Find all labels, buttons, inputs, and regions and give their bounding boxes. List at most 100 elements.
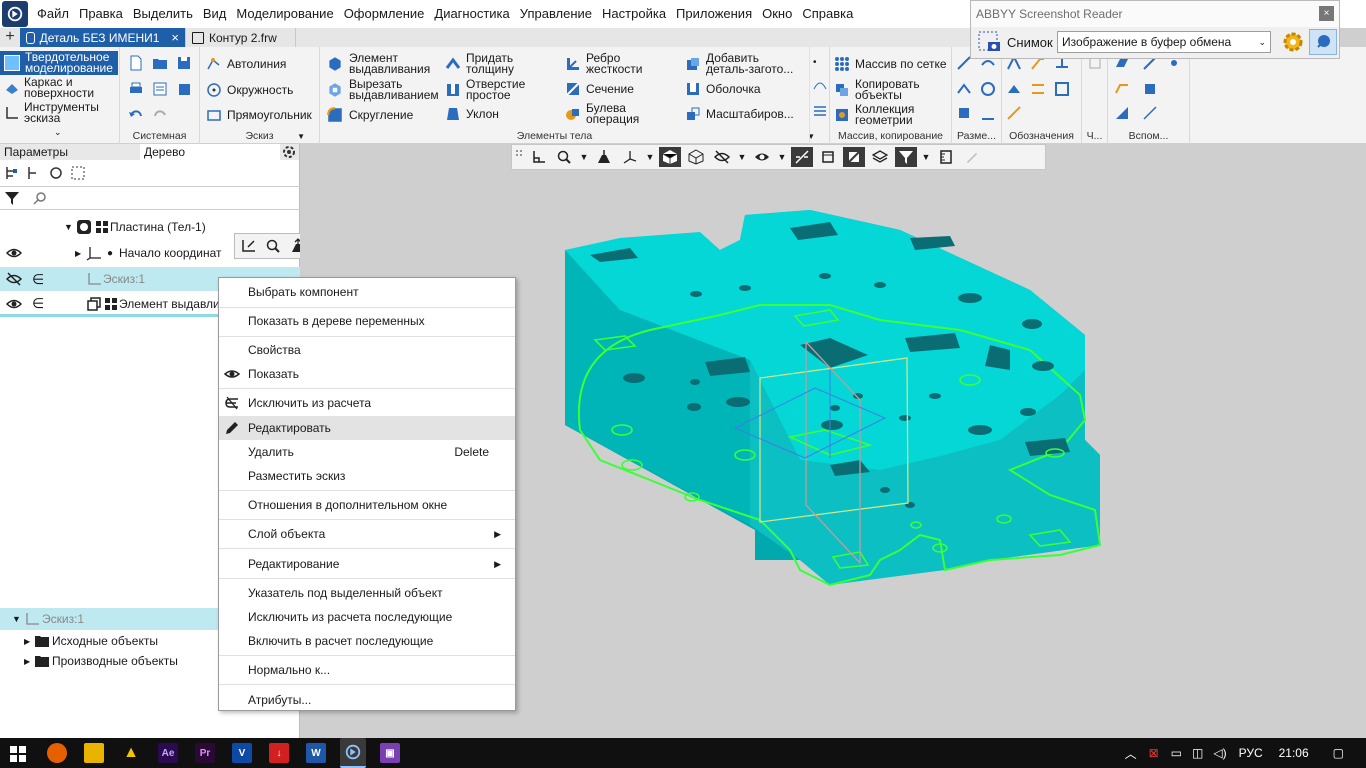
menu-diagnostics[interactable]: Диагностика (429, 0, 514, 28)
premiere-icon[interactable]: Pr (195, 743, 215, 763)
zoom-button[interactable] (553, 147, 575, 167)
expand-icon[interactable]: ▶ (24, 637, 30, 646)
clock[interactable]: 21:06 (1279, 746, 1309, 760)
menu-normal-to[interactable]: Нормально к... (219, 658, 515, 682)
chevron-down-icon[interactable]: ▼ (737, 152, 747, 162)
menu-help[interactable]: Справка (797, 0, 858, 28)
chevron-down-icon[interactable]: ▼ (579, 152, 589, 162)
offset-plane-icon[interactable] (1114, 81, 1130, 97)
components-icon[interactable] (48, 165, 64, 181)
plane-angle-icon[interactable] (1114, 105, 1130, 121)
collapse-icon[interactable]: ▼ (12, 614, 21, 624)
menu-manage[interactable]: Управление (515, 0, 597, 28)
hidden-eye-icon[interactable] (6, 271, 22, 287)
layers-button[interactable] (869, 147, 891, 167)
chevron-down-icon[interactable]: ▼ (645, 152, 655, 162)
edit-sketch-icon[interactable] (240, 238, 256, 254)
plane-view-button[interactable] (817, 147, 839, 167)
extrude-button[interactable]: Элемент выдавливания (326, 52, 430, 75)
menu-settings[interactable]: Настройка (597, 0, 671, 28)
app-warning-icon[interactable]: ▲ (121, 743, 141, 763)
section-button[interactable]: Сечение (565, 81, 634, 97)
base-icon[interactable] (1006, 81, 1022, 97)
linear-dim-icon[interactable] (956, 105, 972, 121)
menu-place-sketch[interactable]: Разместить эскиз (219, 464, 515, 488)
control-point-icon[interactable] (1142, 105, 1158, 121)
tab-tree[interactable]: Дерево (140, 144, 280, 160)
draft-button[interactable]: Уклон (445, 106, 499, 122)
capture-mode-select[interactable]: Изображение в буфер обмена ⌄ (1057, 31, 1271, 53)
filter-icon[interactable] (4, 190, 20, 206)
expand-icon[interactable]: ⌄ (54, 127, 62, 138)
menu-file[interactable]: Файл (32, 0, 74, 28)
close-icon[interactable]: × (171, 30, 179, 45)
add-blank-button[interactable]: Добавить деталь-загото... (685, 52, 801, 75)
snap-button[interactable] (791, 147, 813, 167)
menu-relations[interactable]: Отношения в дополнительном окне (219, 493, 515, 517)
grid-array-button[interactable]: Массив по сетке (834, 56, 947, 72)
expand-icon[interactable]: ▶ (75, 249, 81, 258)
screenshot-reader-icon[interactable]: ▣ (380, 743, 400, 763)
zoom-icon[interactable] (265, 238, 281, 254)
menu-properties[interactable]: Свойства (219, 338, 515, 362)
chain-dim-icon[interactable] (980, 105, 996, 121)
save-all-icon[interactable] (176, 81, 192, 97)
gear-icon[interactable] (281, 144, 297, 160)
menu-modeling[interactable]: Моделирование (231, 0, 338, 28)
language-indicator[interactable]: РУС (1239, 746, 1263, 760)
selection-frame-icon[interactable] (70, 165, 86, 181)
properties-icon[interactable] (152, 81, 168, 97)
snapshot-button[interactable]: Снимок (977, 29, 1053, 55)
cut-extrude-button[interactable]: Вырезать выдавливанием (326, 78, 439, 101)
radius-icon[interactable] (956, 81, 972, 97)
open-folder-icon[interactable] (152, 55, 168, 71)
notifications-icon[interactable]: ▢ (1333, 746, 1344, 760)
copy-objects-button[interactable]: Копировать объекты (834, 78, 935, 101)
redo-icon[interactable] (152, 107, 168, 123)
spring-icon[interactable] (812, 103, 828, 119)
circle-button[interactable]: Окружность (206, 82, 293, 98)
chevron-down-icon[interactable]: ▼ (921, 152, 931, 162)
rectangle-button[interactable]: Прямоугольник (206, 107, 312, 123)
menu-apps[interactable]: Приложения (671, 0, 757, 28)
menu-view[interactable]: Вид (198, 0, 232, 28)
windows-start-icon[interactable] (10, 746, 26, 762)
pencil-button[interactable] (961, 147, 983, 167)
menu-select-component[interactable]: Выбрать компонент (219, 280, 515, 304)
fillet-button[interactable]: Скругление (326, 106, 413, 124)
section-view-button[interactable] (843, 147, 865, 167)
filter-button[interactable] (895, 147, 917, 167)
app-logo-icon[interactable] (2, 1, 28, 27)
tab-part[interactable]: Деталь БЕЗ ИМЕНИ1 × (20, 28, 186, 47)
menu-editing[interactable]: Редактирование ▶ (219, 552, 515, 576)
menu-edit[interactable]: Правка (74, 0, 128, 28)
pin-button[interactable] (1309, 29, 1337, 55)
tab-contour[interactable]: Контур 2.frw (186, 28, 296, 47)
network-icon[interactable]: ◫ (1192, 746, 1203, 760)
after-effects-icon[interactable]: Ae (158, 743, 178, 763)
volume-icon[interactable]: ◁) (1213, 746, 1226, 760)
search-input[interactable] (48, 188, 300, 208)
view-orient-button[interactable] (593, 147, 615, 167)
mode-surfaces[interactable]: Каркас и поверхности (0, 76, 118, 100)
scale-button[interactable]: Масштабиров... (685, 106, 794, 122)
curve-icon[interactable] (812, 77, 828, 93)
explorer-folder-icon[interactable] (84, 743, 104, 763)
lcs-icon[interactable] (1142, 81, 1158, 97)
weld-icon[interactable] (1006, 105, 1022, 121)
menu-show[interactable]: Показать (219, 362, 515, 386)
eye-icon[interactable] (6, 245, 22, 261)
mode-solid[interactable]: Твердотельное моделирование (0, 51, 118, 75)
menu-delete[interactable]: Удалить Delete (219, 440, 515, 464)
collection-button[interactable]: Коллекция геометрии (834, 103, 935, 126)
display-button[interactable] (751, 147, 773, 167)
menu-window[interactable]: Окно (757, 0, 797, 28)
hole-button[interactable]: Отверстие простое (445, 78, 536, 101)
build-order-icon[interactable] (26, 165, 42, 181)
expand-icon[interactable]: ▶ (24, 657, 30, 666)
diameter-icon[interactable] (980, 81, 996, 97)
tolerance-icon[interactable] (1030, 81, 1046, 97)
save-icon[interactable] (176, 55, 192, 71)
menu-show-in-variables[interactable]: Показать в дереве переменных (219, 309, 515, 333)
menu-attributes[interactable]: Атрибуты... (219, 688, 515, 712)
